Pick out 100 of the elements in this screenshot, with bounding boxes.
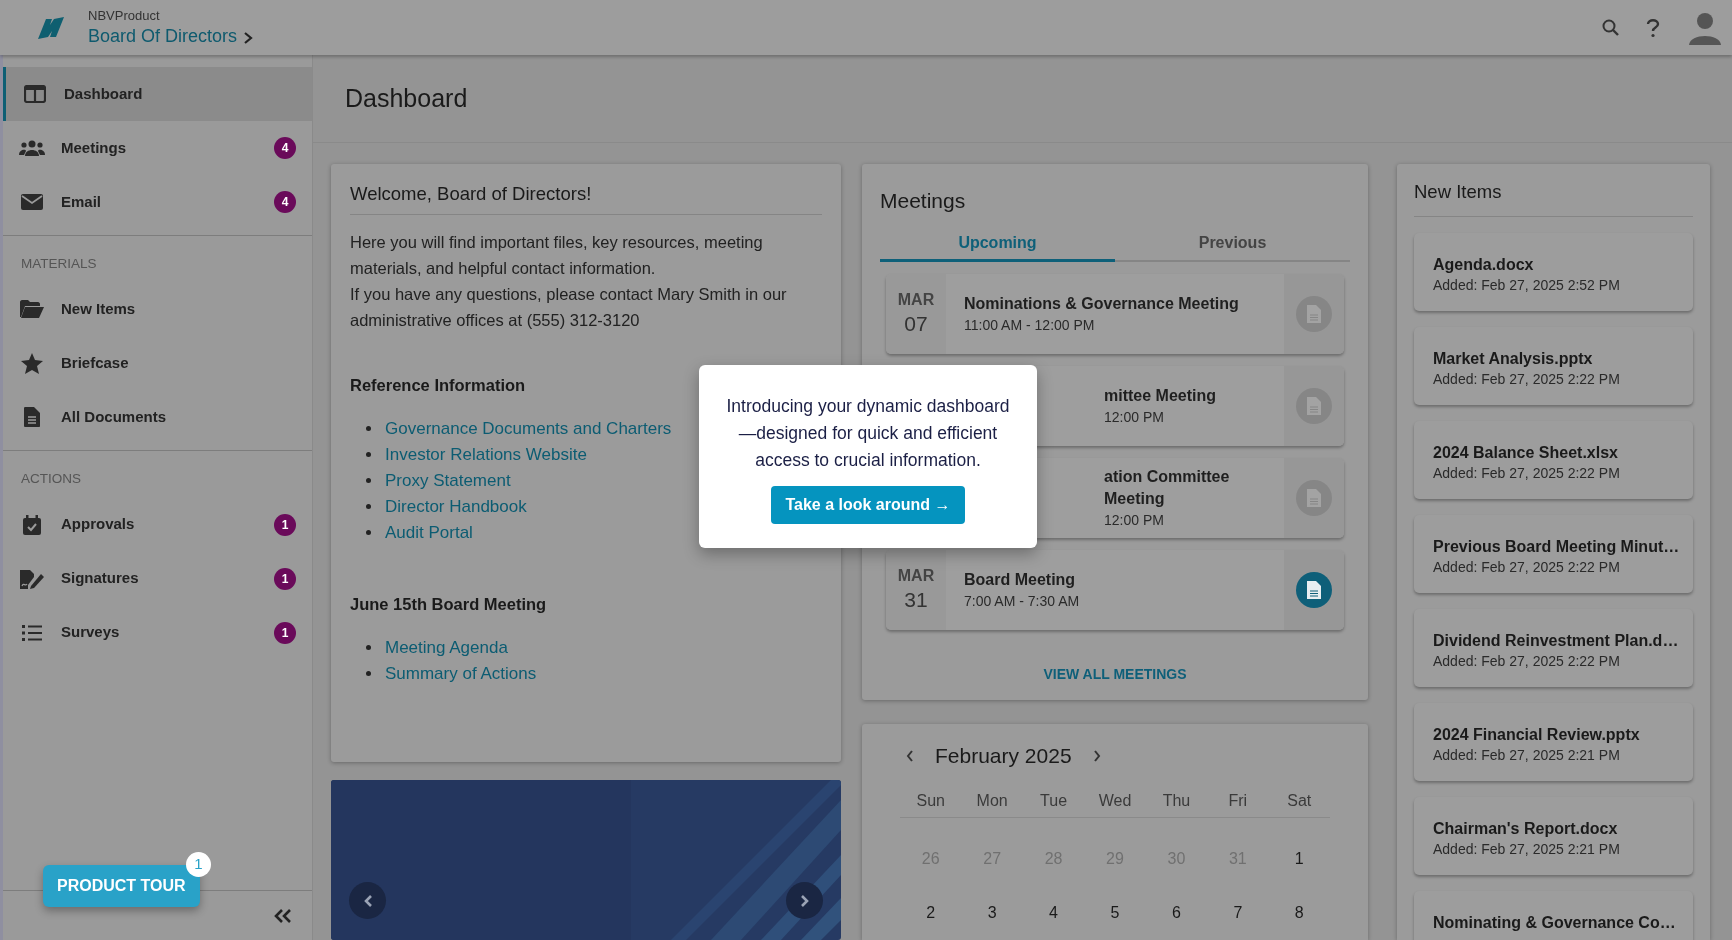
added-date: Added: Feb 27, 2025 2:22 PM [1433, 651, 1621, 671]
card-title: New Items [1414, 178, 1693, 217]
section-heading: June 15th Board Meeting [350, 593, 548, 615]
document-icon [1307, 397, 1321, 415]
document-icon [24, 407, 40, 428]
calendar-check-icon [23, 514, 41, 535]
chevron-right-icon [243, 30, 254, 45]
calendar-day[interactable]: 7 [1207, 901, 1269, 925]
sidebar-item[interactable]: Email 4 [3, 175, 312, 229]
weekday-label: Tue [1039, 790, 1069, 811]
file-card[interactable]: Dividend Reinvestment Plan.d… Added: Feb 27, 2025 2:22 PM [1414, 608, 1693, 687]
sidebar-item[interactable]: Meetings 4 [3, 121, 312, 175]
calendar-day[interactable]: 3 [961, 901, 1023, 925]
added-date: Added: Feb 27, 2025 2:22 PM [1433, 369, 1621, 389]
search-icon [1602, 18, 1620, 37]
meeting-day: 07 [904, 310, 928, 338]
list-icon [22, 624, 42, 641]
file-card[interactable]: Chairman's Report.docx Added: Feb 27, 2025 2:21 PM [1414, 796, 1693, 875]
added-date: Added: Feb 27, 2025 2:21 PM [1433, 839, 1621, 859]
sidebar-item[interactable]: Signatures 1 [3, 551, 312, 606]
count-badge: 1 [274, 567, 296, 590]
calendar-day[interactable]: 8 [1268, 901, 1330, 925]
product-name: NBVProduct [88, 7, 161, 24]
intro-text: If you have any questions, please contact Mary Smith in our administrative offices at (555) 312-3120 [350, 283, 788, 331]
document-icon [1307, 305, 1321, 323]
added-date: Added: Feb 27, 2025 2:22 PM [1433, 463, 1621, 483]
sidebar-item[interactable]: Approvals 1 [3, 497, 312, 552]
section-heading: MATERIALS [20, 255, 98, 273]
added-date: Added: Feb 27, 2025 2:21 PM [1433, 745, 1621, 765]
weekday-label: Sun [915, 790, 946, 811]
sidebar-item[interactable]: New Items [3, 282, 312, 337]
file-card[interactable]: 2024 Financial Review.pptx Added: Feb 27, 2025 2:21 PM [1414, 702, 1693, 781]
star-icon [21, 352, 43, 374]
meeting-title: Nominations & Governance Meeting [964, 294, 1240, 314]
file-name: Chairman's Report.docx [1433, 818, 1619, 839]
next-month-button[interactable] [1091, 749, 1102, 763]
calendar-day[interactable]: 4 [1022, 901, 1085, 925]
previous-month-button[interactable] [905, 749, 915, 763]
count-badge: 4 [274, 137, 296, 159]
file-card[interactable]: Previous Board Meeting Minut… Added: Feb 27, 2025 2:22 PM [1414, 514, 1693, 593]
sidebar-item[interactable]: Surveys 1 [3, 605, 312, 660]
file-name: 2024 Balance Sheet.xlsx [1433, 442, 1619, 463]
take-tour-button[interactable]: Take a look around → [771, 486, 965, 524]
calendar-day[interactable]: 5 [1084, 901, 1146, 925]
weekday-label: Mon [975, 790, 1009, 811]
meeting-title: mittee Meeting [1104, 386, 1217, 406]
bullet-icon [366, 478, 371, 483]
bullet-icon [366, 452, 371, 457]
file-card[interactable]: 2024 Balance Sheet.xlsx Added: Feb 27, 2025 2:22 PM [1414, 420, 1693, 499]
file-name: 2024 Financial Review.pptx [1433, 724, 1641, 745]
document-icon [1307, 489, 1321, 507]
help-icon [1646, 17, 1660, 38]
weekday-label: Fri [1227, 790, 1249, 811]
meeting-month: MAR [897, 566, 935, 586]
calendar-day[interactable]: 2 [900, 901, 962, 925]
file-name: Nominating & Governance Co… [1433, 912, 1674, 933]
envelope-icon [21, 194, 43, 210]
meeting-month: MAR [897, 290, 935, 310]
section-heading: ACTIONS [20, 470, 82, 489]
users-icon [19, 139, 45, 157]
columns-icon [24, 85, 46, 103]
document-icon [1307, 581, 1321, 599]
added-date: Added: Feb 27, 2025 2:22 PM [1433, 557, 1621, 577]
signature-icon [20, 568, 44, 589]
section-heading: Reference Information [350, 374, 527, 396]
chevron-left-icon [905, 749, 915, 763]
meeting-time: 11:00 AM - 12:00 PM [964, 316, 1096, 335]
document-button[interactable] [1296, 572, 1332, 608]
file-card[interactable]: Nominating & Governance Co… [1414, 890, 1693, 940]
intro-text: Here you will find important files, key resources, meeting materials, and helpful contact information. [350, 231, 764, 279]
weekday-label: Thu [1161, 790, 1192, 811]
count-badge: 1 [274, 621, 296, 644]
file-card[interactable]: Market Analysis.pptx Added: Feb 27, 2025 2:22 PM [1414, 326, 1693, 405]
chevron-right-icon [1091, 749, 1102, 763]
meeting-title: Board Meeting [964, 570, 1077, 590]
file-name: Agenda.docx [1433, 254, 1535, 275]
card-title: Meetings [880, 187, 967, 214]
meeting-time: 12:00 PM [1104, 408, 1165, 427]
logo-icon [36, 14, 66, 41]
calendar-day[interactable]: 6 [1145, 901, 1208, 925]
bullet-icon [366, 644, 371, 650]
file-name: Market Analysis.pptx [1433, 348, 1594, 369]
calendar-month: February 2025 [935, 743, 1072, 770]
file-card[interactable]: Agenda.docx Added: Feb 27, 2025 2:52 PM [1414, 232, 1693, 311]
meeting-card[interactable]: MAR 31 Board Meeting 7:00 AM - 7:30 AM [886, 550, 1344, 630]
count-badge: 4 [274, 191, 296, 213]
meeting-time: 7:00 AM - 7:30 AM [964, 592, 1081, 611]
chevron-right-icon [799, 893, 810, 908]
meeting-day: 31 [904, 586, 928, 614]
count-badge: 1 [274, 513, 296, 536]
weekday-label: Sat [1286, 790, 1313, 811]
notification-badge: 1 [186, 852, 211, 877]
page-title: Dashboard [345, 82, 468, 114]
sidebar-item[interactable]: Briefcase [3, 336, 312, 391]
tab[interactable]: Previous [1115, 226, 1350, 262]
chevron-left-icon [362, 893, 373, 908]
sidebar-item[interactable]: Dashboard [3, 67, 312, 121]
sidebar-item[interactable]: All Documents [3, 390, 312, 445]
calendar-day[interactable]: 1 [1268, 847, 1330, 871]
meeting-title: ation Committee Meeting [1104, 467, 1231, 509]
